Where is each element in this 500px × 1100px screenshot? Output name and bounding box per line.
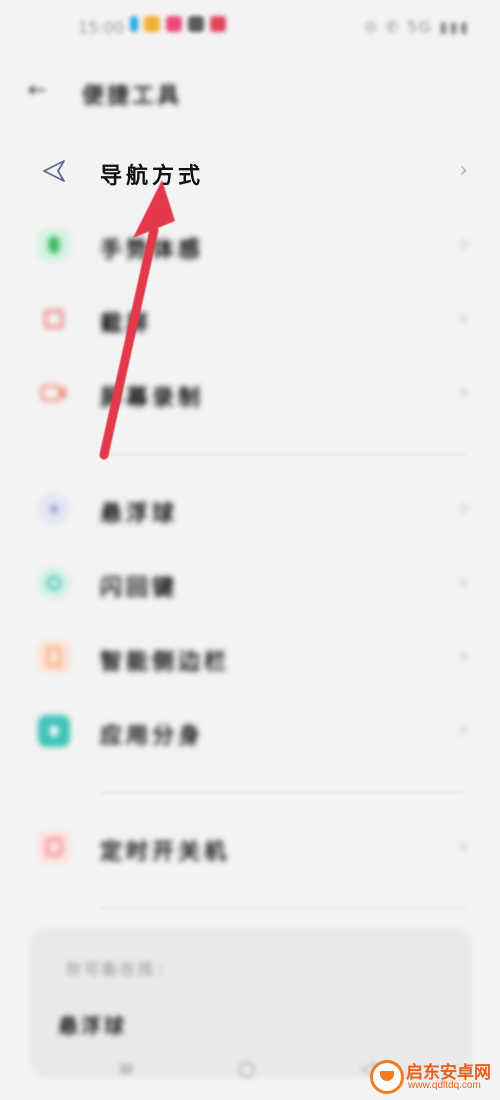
notification-icon xyxy=(210,16,226,32)
timer-switch-icon xyxy=(38,831,70,863)
page-header: ← 便捷工具 xyxy=(0,60,500,124)
home-icon[interactable]: ○ xyxy=(238,1056,255,1080)
arrow-left-icon[interactable]: ← xyxy=(28,78,46,103)
list-item-gesture[interactable]: 手势体感 › xyxy=(0,210,500,284)
suggestion-heading: 你可能在找： xyxy=(66,960,175,978)
notification-icon xyxy=(166,16,182,32)
chevron-right-icon: › xyxy=(459,570,468,595)
screenshot-icon xyxy=(38,303,70,335)
status-bar: 15:00 ⊙ ✆ 5G ▮▮▮ xyxy=(0,0,500,56)
list-item-label: 闪回键 xyxy=(100,576,179,601)
chevron-right-icon: › xyxy=(459,232,468,257)
notification-icon xyxy=(130,16,138,32)
notification-icon xyxy=(144,16,160,32)
list-item-screen-record[interactable]: 屏幕录制 › xyxy=(0,358,500,432)
smart-sidebar-icon xyxy=(38,641,70,673)
chevron-right-icon: › xyxy=(459,306,468,331)
suggestion-link[interactable]: 悬浮球 xyxy=(58,1010,127,1039)
watermark: 启东安卓网 www.qdltdq.com xyxy=(362,1056,498,1096)
watermark-url: www.qdltdq.com xyxy=(408,1080,481,1091)
chevron-right-icon: › xyxy=(459,496,468,521)
list-item-navigation-mode[interactable]: 导航方式 › xyxy=(0,136,500,210)
app-clone-icon xyxy=(38,715,70,747)
page-title: 便捷工具 xyxy=(82,84,183,109)
list-item-label: 智能侧边栏 xyxy=(100,650,231,675)
chevron-right-icon: › xyxy=(459,834,468,859)
settings-screen: 15:00 ⊙ ✆ 5G ▮▮▮ ← 便捷工具 导航方式 › 手势体感 › 截屏… xyxy=(0,0,500,1100)
list-item-app-clone[interactable]: 应用分身 › xyxy=(0,696,500,770)
flash-notes-icon xyxy=(38,567,70,599)
list-item-screenshot[interactable]: 截屏 › xyxy=(0,284,500,358)
status-system-icons: ⊙ ✆ 5G ▮▮▮ xyxy=(364,18,470,36)
list-item-label: 悬浮球 xyxy=(100,502,179,527)
chevron-right-icon: › xyxy=(459,644,468,669)
navigation-triangle-icon xyxy=(38,155,70,187)
hand-gesture-icon xyxy=(38,229,70,261)
list-item-floating-ball[interactable]: 悬浮球 › xyxy=(0,474,500,548)
chevron-right-icon: › xyxy=(459,158,468,183)
section-divider xyxy=(100,908,466,909)
section-divider xyxy=(100,792,466,793)
floating-ball-icon xyxy=(38,493,70,525)
notification-icon xyxy=(188,16,204,32)
list-item-flash-notes[interactable]: 闪回键 › xyxy=(0,548,500,622)
screen-record-icon xyxy=(38,377,70,409)
brand-logo-icon xyxy=(370,1060,404,1094)
menu-icon[interactable]: ≡ xyxy=(118,1056,135,1080)
chevron-right-icon: › xyxy=(459,380,468,405)
chevron-right-icon: › xyxy=(459,718,468,743)
list-item-label: 屏幕录制 xyxy=(100,386,205,411)
status-notification-icons xyxy=(130,16,226,32)
section-divider xyxy=(100,454,466,455)
status-time: 15:00 xyxy=(78,18,125,37)
list-item-label: 定时开关机 xyxy=(100,840,231,865)
list-item-smart-sidebar[interactable]: 智能侧边栏 › xyxy=(0,622,500,696)
list-item-label: 导航方式 xyxy=(100,164,205,189)
list-item-label: 手势体感 xyxy=(100,238,205,263)
list-item-label: 截屏 xyxy=(100,312,153,337)
list-item-label: 应用分身 xyxy=(100,724,205,749)
list-item-timer-switch[interactable]: 定时开关机 › xyxy=(0,812,500,886)
